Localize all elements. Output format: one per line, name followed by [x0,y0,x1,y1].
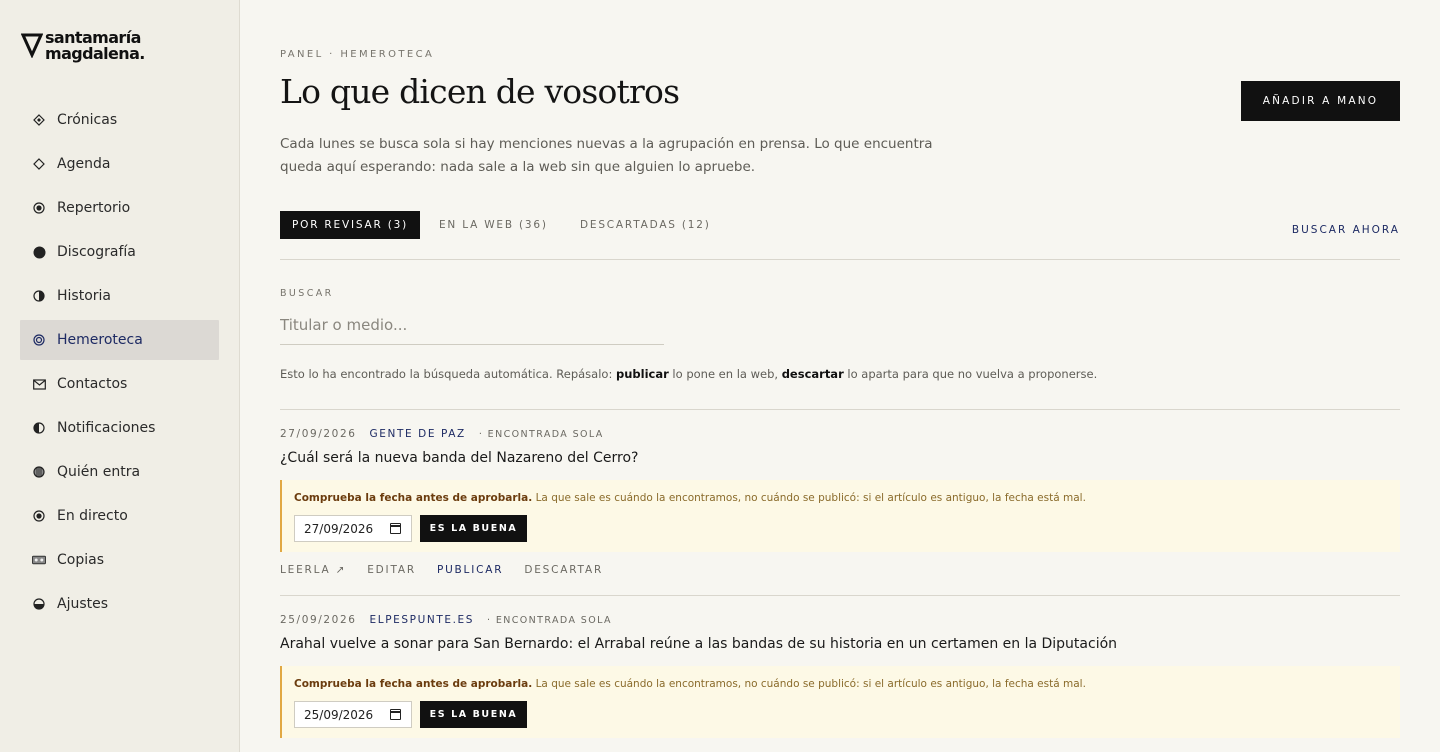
add-manually-button[interactable]: AÑADIR A MANO [1241,81,1400,121]
sidebar-item-hemeroteca[interactable]: Hemeroteca [20,320,219,360]
entry-headline: Arahal vuelve a sonar para San Bernardo:… [280,636,1118,652]
confirm-date-button[interactable]: ES LA BUENA [420,701,527,728]
sidebar-item-copias[interactable]: Copias [20,540,219,580]
half-circle-bottom-icon [32,597,46,611]
triangle-logo-icon [21,33,43,58]
entry-meta: 27/09/2026 GENTE DE PAZ · ENCONTRADA SOL… [280,428,604,440]
date-field[interactable]: 25/09/2026 [294,701,412,728]
sidebar-nav: Crónicas Agenda Repertorio Discografía H… [20,100,219,628]
sidebar-item-notificaciones[interactable]: Notificaciones [20,408,219,448]
search-now-link[interactable]: BUSCAR AHORA [1292,224,1400,236]
diamond-dot-icon [32,113,46,127]
entry-found-tag: · ENCONTRADA SOLA [478,428,604,440]
half-circle-left-icon [32,421,46,435]
sidebar-item-repertorio[interactable]: Repertorio [20,188,219,228]
tab-por-revisar[interactable]: POR REVISAR (3) [280,211,420,239]
search-label: BUSCAR [280,288,334,299]
sidebar-item-label: Copias [57,552,104,568]
read-link[interactable]: LEERLA ↗ [280,564,346,576]
date-warning: Comprueba la fecha antes de aprobarla. L… [280,666,1400,738]
sidebar: santamaría magdalena. Crónicas Agenda Re… [0,0,240,752]
entry-meta: 25/09/2026 ELPESPUNTE.ES · ENCONTRADA SO… [280,614,612,626]
half-circle-icon [32,289,46,303]
press-entry: 25/09/2026 ELPESPUNTE.ES · ENCONTRADA SO… [280,595,1400,752]
date-warning-text: Comprueba la fecha antes de aprobarla. L… [294,678,1086,690]
tab-descartadas[interactable]: DESCARTADAS (12) [580,211,711,239]
entry-found-tag: · ENCONTRADA SOLA [487,614,612,626]
date-field[interactable]: 27/09/2026 [294,515,412,542]
entry-headline: ¿Cuál será la nueva banda del Nazareno d… [280,450,639,466]
edit-link[interactable]: EDITAR [367,564,416,576]
search-input[interactable] [280,305,664,345]
entry-source[interactable]: GENTE DE PAZ [370,428,466,440]
target-icon [32,201,46,215]
sidebar-item-agenda[interactable]: Agenda [20,144,219,184]
sidebar-item-label: Historia [57,288,111,304]
page-intro: Cada lunes se busca sola si hay mencione… [280,136,933,175]
sidebar-item-label: Notificaciones [57,420,156,436]
sidebar-item-historia[interactable]: Historia [20,276,219,316]
filled-circle-icon [32,245,46,259]
sidebar-item-label: Crónicas [57,112,118,128]
sidebar-item-cronicas[interactable]: Crónicas [20,100,219,140]
diamond-outline-icon [32,157,46,171]
tab-en-la-web[interactable]: EN LA WEB (36) [439,211,548,239]
calendar-icon[interactable] [389,523,401,534]
sidebar-item-label: Ajustes [57,596,109,612]
brand-name: santamaría magdalena. [45,28,145,63]
concentric-circle-icon [32,333,46,347]
discard-link[interactable]: DESCARTAR [524,564,603,576]
date-warning: Comprueba la fecha antes de aprobarla. L… [280,480,1400,552]
sidebar-item-quien-entra[interactable]: Quién entra [20,452,219,492]
sidebar-item-label: Quién entra [57,464,141,480]
sidebar-item-label: Contactos [57,376,128,392]
sidebar-item-label: Hemeroteca [57,332,143,348]
sidebar-item-label: En directo [57,508,128,524]
striped-circle-icon [32,465,46,479]
publish-link[interactable]: PUBLICAR [437,564,503,576]
confirm-date-button[interactable]: ES LA BUENA [420,515,527,542]
review-hint: Esto lo ha encontrado la búsqueda automá… [280,367,1098,381]
sidebar-item-discografia[interactable]: Discografía [20,232,219,272]
date-warning-text: Comprueba la fecha antes de aprobarla. L… [294,492,1086,504]
page-title: Lo que dicen de vosotros [280,72,680,111]
breadcrumb: PANEL · HEMEROTECA [280,49,435,60]
entry-date: 25/09/2026 [280,614,357,626]
sidebar-item-label: Agenda [57,156,111,172]
entry-date: 27/09/2026 [280,428,357,440]
envelope-icon [32,377,46,391]
target-icon [32,509,46,523]
sidebar-item-en-directo[interactable]: En directo [20,496,219,536]
sidebar-item-label: Discografía [57,244,136,260]
tabs: POR REVISAR (3) EN LA WEB (36) DESCARTAD… [280,211,1400,260]
sidebar-item-contactos[interactable]: Contactos [20,364,219,404]
sidebar-item-ajustes[interactable]: Ajustes [20,584,219,624]
entry-source[interactable]: ELPESPUNTE.ES [370,614,474,626]
sidebar-item-label: Repertorio [57,200,131,216]
press-entry: 27/09/2026 GENTE DE PAZ · ENCONTRADA SOL… [280,409,1400,595]
calendar-icon[interactable] [389,709,401,720]
tape-icon [32,553,46,567]
brand-logo[interactable]: santamaría magdalena. [21,30,145,62]
entry-actions: LEERLA ↗ EDITAR PUBLICAR DESCARTAR [280,564,624,576]
